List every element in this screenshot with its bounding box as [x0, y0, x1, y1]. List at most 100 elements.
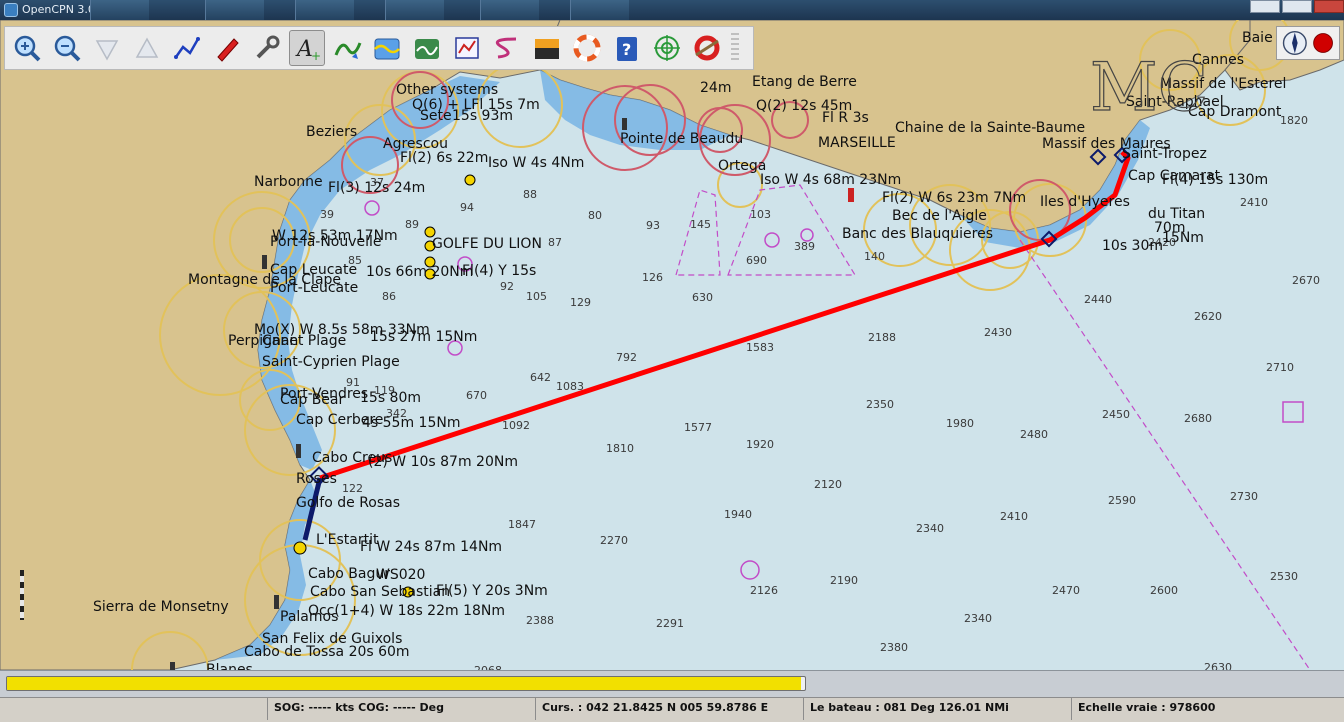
close-button[interactable] [1314, 0, 1344, 13]
route-icon [174, 37, 200, 59]
settings-button[interactable] [249, 30, 285, 66]
follow-ship-button[interactable] [209, 30, 245, 66]
route-button[interactable] [169, 30, 205, 66]
chart-label: Fl W 24s 87m 14Nm [360, 539, 502, 555]
scale-in-icon [95, 40, 119, 61]
taskbar-thumbnail[interactable] [90, 0, 149, 20]
depth-sounding: 2630 [1204, 661, 1232, 670]
nautical-chart[interactable]: 37398994888093 14510387859212669038914086… [0, 20, 1344, 670]
route-manager-icon [455, 37, 479, 59]
chart-label: Cabo San Sebastian [310, 584, 450, 600]
chart-label: Fl(2) W 6s 23m 7Nm [882, 190, 1026, 206]
status-empty [0, 698, 268, 720]
mob-button[interactable] [569, 30, 605, 66]
zoom-out-button[interactable] [49, 30, 85, 66]
depth-sounding: 2410 [1000, 510, 1028, 523]
depth-sounding: 1940 [724, 508, 752, 521]
scale-out-button[interactable] [129, 30, 165, 66]
depth-sounding: 642 [530, 371, 551, 384]
route-manager-button[interactable] [449, 30, 485, 66]
taskbar-thumbnail[interactable] [295, 0, 354, 20]
minimize-button[interactable] [1250, 0, 1280, 13]
current-tide-button[interactable] [329, 30, 365, 66]
text-button[interactable]: A + [289, 30, 325, 66]
depth-sounding: 1810 [606, 442, 634, 455]
color-scheme-icon [535, 39, 559, 59]
chart-label: Fl(4) 15s 130m [1162, 172, 1268, 188]
depth-sounding: 2590 [1108, 494, 1136, 507]
chart-label: Saint-Cyprien Plage [262, 354, 400, 370]
depth-sounding: 140 [864, 250, 885, 263]
chart-label: Cap Bear [280, 392, 344, 408]
chart-label: 15s 27m 15Nm [370, 329, 477, 345]
app-icon [4, 3, 18, 17]
depth-sounding: 1092 [502, 419, 530, 432]
progress-fill [7, 677, 801, 690]
depth-sounding: 1847 [508, 518, 536, 531]
chart-label: 15Nm [1162, 230, 1204, 246]
depth-sounding: 129 [570, 296, 591, 309]
scale-in-button[interactable] [89, 30, 125, 66]
chart-label: Iles d'Hyeres [1040, 194, 1130, 210]
chart-label: Fl(4) Y 15s [462, 263, 536, 279]
tide-button[interactable] [369, 30, 405, 66]
depth-sounding: 1820 [1280, 114, 1308, 127]
depth-sounding: 2480 [1020, 428, 1048, 441]
depth-sounding: 2450 [1102, 408, 1130, 421]
depth-sounding: 389 [794, 240, 815, 253]
chart-label: 24m [700, 80, 731, 96]
depth-sounding: 2380 [880, 641, 908, 654]
wrench-icon [256, 35, 280, 59]
depth-sounding: 2710 [1266, 361, 1294, 374]
depth-sounding: 39 [320, 208, 334, 221]
help-button[interactable]: ? [609, 30, 645, 66]
status-bar: SOG: ----- kts COG: ----- Deg Curs. : 04… [0, 697, 1344, 722]
lifebuoy-icon [573, 34, 601, 62]
mob-alt-button[interactable] [689, 30, 725, 66]
chart-label: Port-Leucate [270, 280, 358, 296]
chart-label: Bec de l'Aigle [892, 208, 987, 224]
tide-chart-button[interactable] [409, 30, 445, 66]
current-icon [334, 42, 362, 59]
toolbar-grip[interactable] [731, 33, 739, 63]
chart-label: GOLFE DU LION [432, 236, 542, 252]
progress-bar [6, 676, 806, 691]
taskbar-thumbnail[interactable] [385, 0, 444, 20]
depth-sounding: 1583 [746, 341, 774, 354]
depth-sounding: 2530 [1270, 570, 1298, 583]
chart-label: Canet Plage [262, 333, 346, 349]
depth-sounding: 122 [342, 482, 363, 495]
zoom-in-button[interactable] [9, 30, 45, 66]
color-scheme-button[interactable] [529, 30, 565, 66]
depth-sounding: 2190 [830, 574, 858, 587]
depth-sounding: 2388 [526, 614, 554, 627]
depth-sounding: 2680 [1184, 412, 1212, 425]
depth-sounding: 2430 [984, 326, 1012, 339]
depth-sounding: 2270 [600, 534, 628, 547]
depth-sounding: 103 [750, 208, 771, 221]
taskbar-thumbnail[interactable] [480, 0, 539, 20]
ship-icon [217, 38, 239, 62]
status-cursor: Curs. : 042 21.8425 N 005 59.8786 E [536, 698, 804, 720]
taskbar-thumbnail[interactable] [205, 0, 264, 20]
status-sog-cog: SOG: ----- kts COG: ----- Deg [268, 698, 536, 720]
compass-widget[interactable] [1276, 26, 1340, 60]
depth-sounding: 792 [616, 351, 637, 364]
chart-label: Blanes [206, 662, 253, 670]
window-titlebar[interactable]: OpenCPN 3.0.0 [0, 0, 1344, 20]
chart-label: Sierra de Monsetny [93, 599, 229, 615]
track-button[interactable] [489, 30, 525, 66]
chart-label: Narbonne [254, 174, 323, 190]
depth-sounding: 80 [588, 209, 602, 222]
ais-button[interactable] [649, 30, 685, 66]
chart-label: Saint-Tropez [1122, 146, 1207, 162]
chart-label: Chaine de la Sainte-Baume [895, 120, 1085, 136]
taskbar-thumbnail[interactable] [570, 0, 629, 20]
depth-sounding: 2620 [1194, 310, 1222, 323]
compass-icon [1282, 31, 1333, 55]
maximize-button[interactable] [1282, 0, 1312, 13]
scale-bar [20, 570, 24, 620]
chart-label: Iso W 4s 4Nm [488, 155, 584, 171]
watermark-logo: MC [1090, 49, 1208, 126]
chart-label: Roses [296, 471, 337, 487]
